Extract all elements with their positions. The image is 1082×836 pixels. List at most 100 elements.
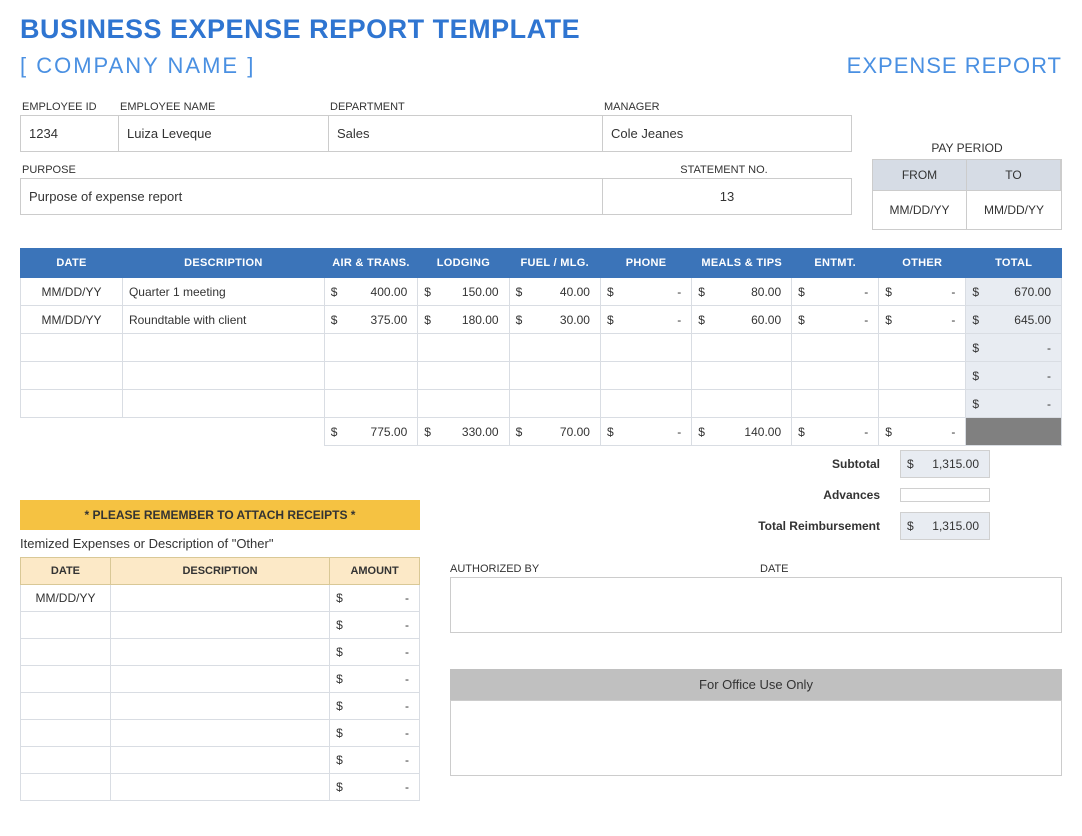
cell-total[interactable]: $670.00 bbox=[966, 278, 1062, 306]
cell-air[interactable] bbox=[324, 390, 417, 418]
itemized-row[interactable]: $- bbox=[21, 720, 420, 747]
cell-fuel[interactable] bbox=[509, 390, 600, 418]
item-description[interactable] bbox=[110, 585, 329, 612]
cell-phone[interactable]: $- bbox=[600, 278, 691, 306]
itemized-row[interactable]: $- bbox=[21, 639, 420, 666]
field-department[interactable]: Sales bbox=[329, 116, 603, 151]
item-date[interactable]: MM/DD/YY bbox=[21, 585, 111, 612]
itemized-row[interactable]: MM/DD/YY $- bbox=[21, 585, 420, 612]
cell-date[interactable] bbox=[21, 362, 123, 390]
cell-phone[interactable]: $- bbox=[600, 306, 691, 334]
cell-entmt[interactable]: $- bbox=[792, 278, 879, 306]
cell-entmt[interactable]: $- bbox=[792, 306, 879, 334]
item-amount[interactable]: $- bbox=[330, 666, 420, 693]
cell-total[interactable]: $- bbox=[966, 390, 1062, 418]
itemized-row[interactable]: $- bbox=[21, 774, 420, 801]
expense-row[interactable]: $- bbox=[21, 362, 1062, 390]
cell-phone[interactable] bbox=[600, 362, 691, 390]
item-description[interactable] bbox=[110, 612, 329, 639]
item-amount[interactable]: $- bbox=[330, 585, 420, 612]
item-date[interactable] bbox=[21, 666, 111, 693]
item-description[interactable] bbox=[110, 639, 329, 666]
item-description[interactable] bbox=[110, 693, 329, 720]
cell-lodging[interactable]: $180.00 bbox=[418, 306, 509, 334]
expense-row[interactable]: MM/DD/YYRoundtable with client$375.00$18… bbox=[21, 306, 1062, 334]
itemized-row[interactable]: $- bbox=[21, 612, 420, 639]
item-date[interactable] bbox=[21, 612, 111, 639]
cell-description[interactable] bbox=[122, 362, 324, 390]
item-amount[interactable]: $- bbox=[330, 747, 420, 774]
cell-entmt[interactable] bbox=[792, 362, 879, 390]
cell-other[interactable]: $- bbox=[879, 278, 966, 306]
cell-total[interactable]: $- bbox=[966, 334, 1062, 362]
cell-description[interactable] bbox=[122, 390, 324, 418]
cell-entmt[interactable] bbox=[792, 334, 879, 362]
advances-value[interactable] bbox=[900, 488, 990, 502]
pay-to-value[interactable]: MM/DD/YY bbox=[967, 191, 1061, 229]
cell-phone[interactable] bbox=[600, 390, 691, 418]
item-amount[interactable]: $- bbox=[330, 720, 420, 747]
field-employee-name[interactable]: Luiza Leveque bbox=[119, 116, 329, 151]
cell-lodging[interactable] bbox=[418, 390, 509, 418]
cell-lodging[interactable] bbox=[418, 334, 509, 362]
cell-meals[interactable] bbox=[692, 334, 792, 362]
item-date[interactable] bbox=[21, 774, 111, 801]
cell-total[interactable]: $- bbox=[966, 362, 1062, 390]
cell-fuel[interactable] bbox=[509, 334, 600, 362]
cell-other[interactable] bbox=[879, 362, 966, 390]
authorized-by-box[interactable] bbox=[450, 577, 1062, 633]
cell-air[interactable] bbox=[324, 362, 417, 390]
item-description[interactable] bbox=[110, 774, 329, 801]
field-purpose[interactable]: Purpose of expense report bbox=[21, 179, 603, 214]
cell-date[interactable] bbox=[21, 334, 123, 362]
item-date[interactable] bbox=[21, 747, 111, 774]
expense-row[interactable]: $- bbox=[21, 334, 1062, 362]
cell-meals[interactable] bbox=[692, 390, 792, 418]
cell-air[interactable]: $375.00 bbox=[324, 306, 417, 334]
item-date[interactable] bbox=[21, 693, 111, 720]
expense-row[interactable]: $- bbox=[21, 390, 1062, 418]
cell-description[interactable] bbox=[122, 334, 324, 362]
cell-total[interactable]: $645.00 bbox=[966, 306, 1062, 334]
office-use-title: For Office Use Only bbox=[450, 669, 1062, 700]
item-amount[interactable]: $- bbox=[330, 612, 420, 639]
cell-entmt[interactable] bbox=[792, 390, 879, 418]
item-amount[interactable]: $- bbox=[330, 693, 420, 720]
office-use-box[interactable] bbox=[450, 700, 1062, 776]
cell-fuel[interactable] bbox=[509, 362, 600, 390]
field-employee-id[interactable]: 1234 bbox=[21, 116, 119, 151]
cell-air[interactable] bbox=[324, 334, 417, 362]
cell-meals[interactable] bbox=[692, 362, 792, 390]
itemized-row[interactable]: $- bbox=[21, 747, 420, 774]
item-amount[interactable]: $- bbox=[330, 774, 420, 801]
expense-row[interactable]: MM/DD/YYQuarter 1 meeting$400.00$150.00$… bbox=[21, 278, 1062, 306]
cell-other[interactable]: $- bbox=[879, 306, 966, 334]
cell-meals[interactable]: $60.00 bbox=[692, 306, 792, 334]
item-amount[interactable]: $- bbox=[330, 639, 420, 666]
cell-date[interactable] bbox=[21, 390, 123, 418]
item-description[interactable] bbox=[110, 666, 329, 693]
field-statement-no[interactable]: 13 bbox=[603, 179, 851, 214]
cell-fuel[interactable]: $30.00 bbox=[509, 306, 600, 334]
itemized-row[interactable]: $- bbox=[21, 666, 420, 693]
item-description[interactable] bbox=[110, 747, 329, 774]
item-date[interactable] bbox=[21, 639, 111, 666]
pay-from-value[interactable]: MM/DD/YY bbox=[873, 191, 967, 229]
cell-description[interactable]: Quarter 1 meeting bbox=[122, 278, 324, 306]
cell-air[interactable]: $400.00 bbox=[324, 278, 417, 306]
cell-other[interactable] bbox=[879, 334, 966, 362]
itemized-row[interactable]: $- bbox=[21, 693, 420, 720]
cell-fuel[interactable]: $40.00 bbox=[509, 278, 600, 306]
cell-date[interactable]: MM/DD/YY bbox=[21, 306, 123, 334]
col-phone: PHONE bbox=[600, 249, 691, 278]
cell-meals[interactable]: $80.00 bbox=[692, 278, 792, 306]
cell-lodging[interactable] bbox=[418, 362, 509, 390]
cell-other[interactable] bbox=[879, 390, 966, 418]
cell-lodging[interactable]: $150.00 bbox=[418, 278, 509, 306]
item-date[interactable] bbox=[21, 720, 111, 747]
item-description[interactable] bbox=[110, 720, 329, 747]
cell-date[interactable]: MM/DD/YY bbox=[21, 278, 123, 306]
field-manager[interactable]: Cole Jeanes bbox=[603, 116, 851, 151]
cell-phone[interactable] bbox=[600, 334, 691, 362]
cell-description[interactable]: Roundtable with client bbox=[122, 306, 324, 334]
